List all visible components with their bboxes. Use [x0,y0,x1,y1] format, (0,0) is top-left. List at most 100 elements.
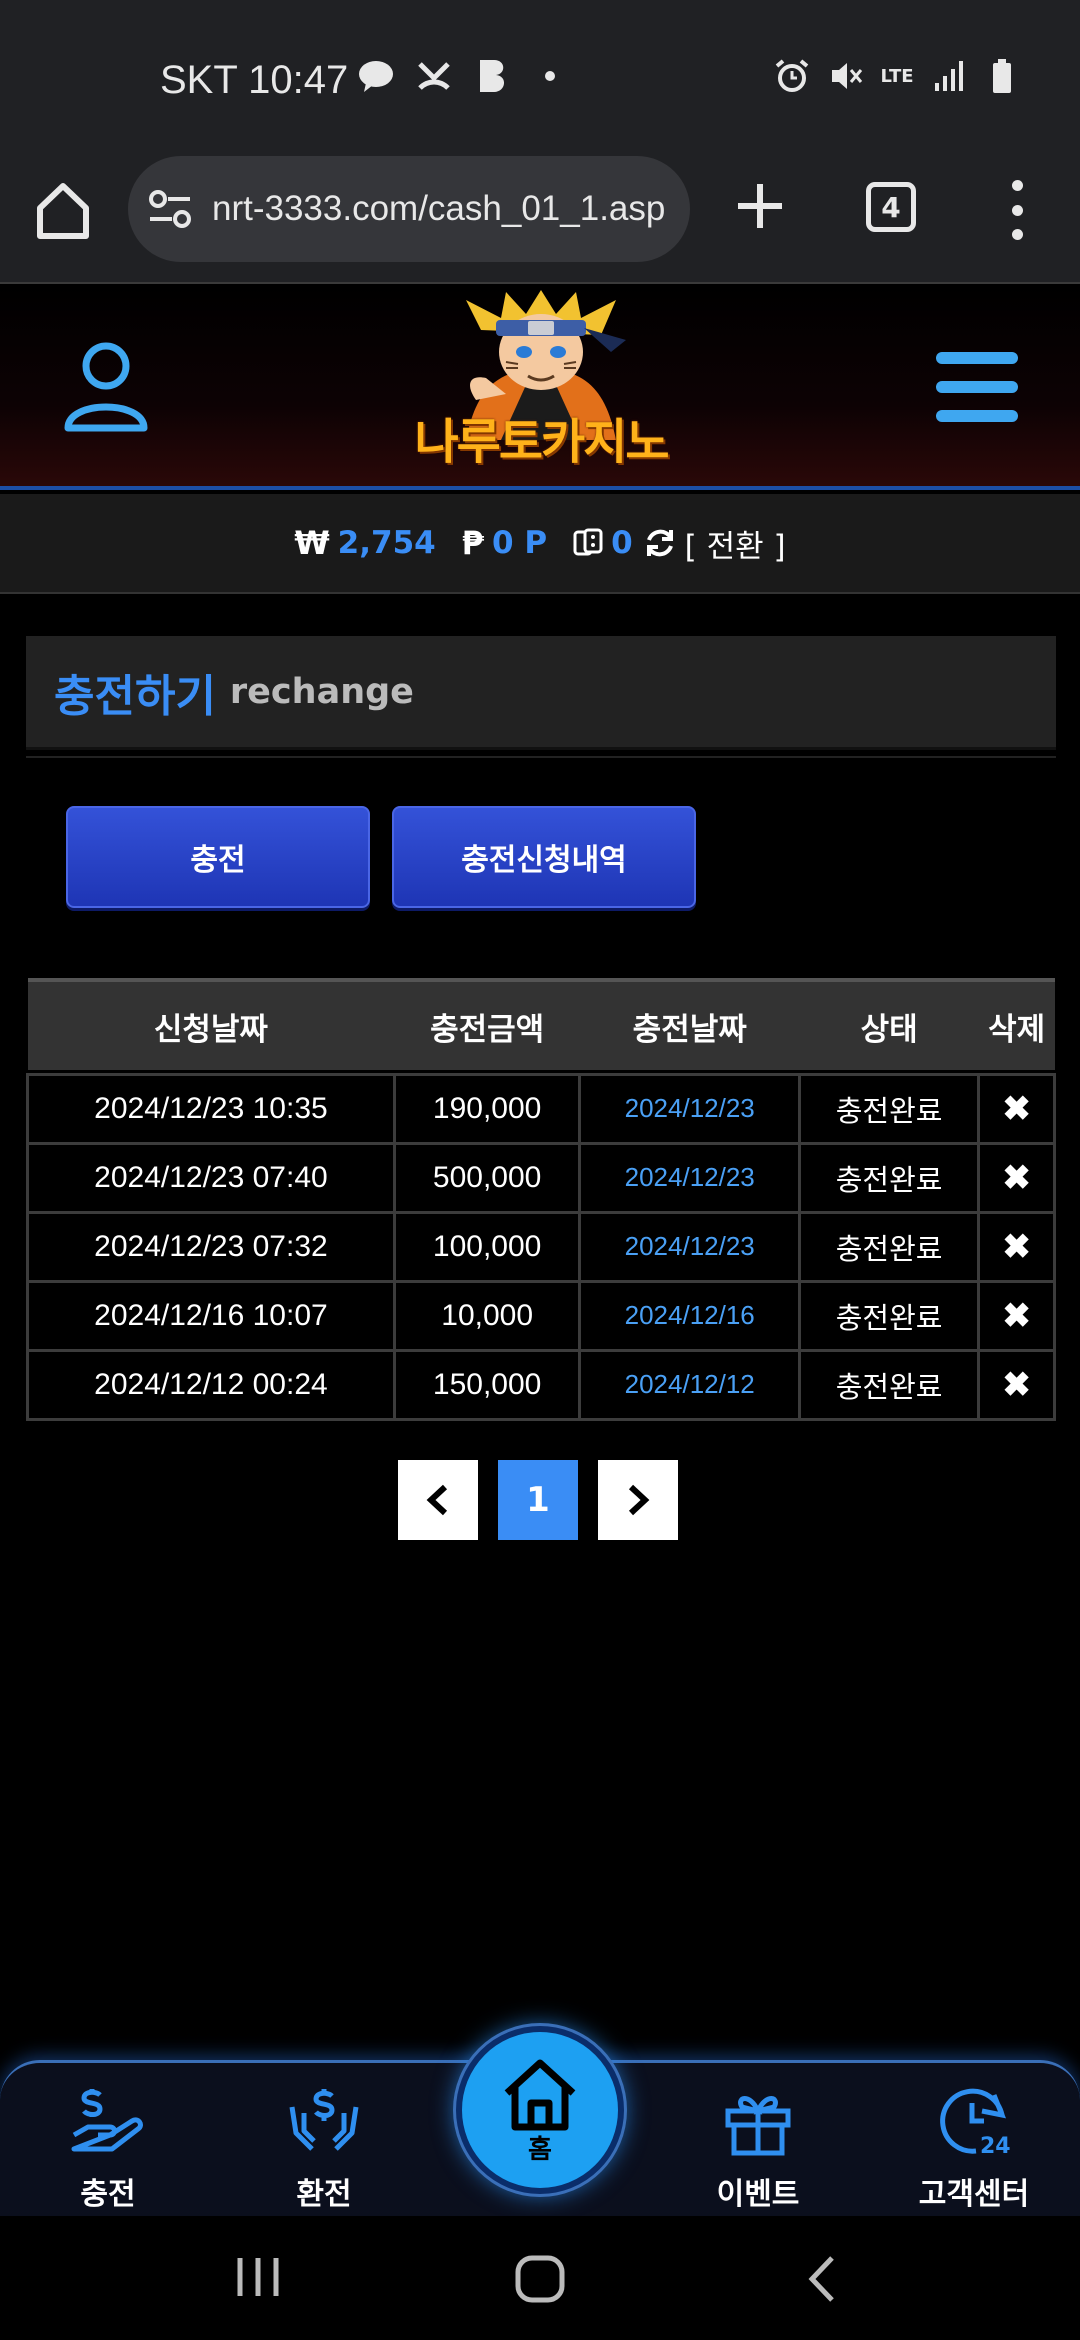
user-account-button[interactable] [60,338,152,434]
nav-charge[interactable]: 충전 [38,2083,178,2213]
site-logo[interactable]: 나루토카지노 [406,290,676,480]
amount-cell: 100,000 [392,1210,582,1283]
request-date-cell: 2024/12/23 07:32 [26,1210,396,1283]
nav-home-label: 홈 [528,2134,552,2165]
status-cell: 충전완료 [797,1279,981,1352]
page-title-english: rechange [229,671,414,712]
table-row: 2024/12/23 07:40 500,000 2024/12/23 충전완료… [26,1141,1056,1214]
status-cell: 충전완료 [797,1141,981,1214]
nav-exchange-label: 환전 [296,2177,352,2212]
menu-bar-icon [936,410,1018,422]
charge-date-cell: 2024/12/23 [578,1141,801,1214]
pagination: 1 [398,1460,678,1540]
signal-icon [930,58,966,94]
table-row: 2024/12/12 00:24 150,000 2024/12/12 충전완료… [26,1348,1056,1421]
request-date-cell: 2024/12/16 10:07 [26,1279,396,1352]
table-header-row: 신청날짜 충전금액 충전날짜 상태 삭제 [27,978,1055,1070]
chevron-left-icon [426,1484,448,1516]
nav-charge-label: 충전 [80,2177,136,2212]
support-24-icon: 24 [940,2088,1011,2159]
request-date-cell: 2024/12/23 10:35 [26,1072,396,1145]
plus-icon [738,184,782,228]
nav-support[interactable]: 24 고객센터 [904,2083,1044,2213]
charge-history-button[interactable]: 충전신청내역 [392,806,696,908]
home-icon [504,2059,576,2130]
point-icon: ₱ [461,524,484,562]
status-cell: 충전완료 [797,1072,981,1145]
page-1-button[interactable]: 1 [498,1460,578,1540]
logo-text: 나루토카지노 [414,414,670,470]
hamburger-menu-button[interactable] [936,352,1018,422]
charge-date-cell: 2024/12/23 [578,1210,801,1283]
request-date-cell: 2024/12/23 07:40 [26,1141,396,1214]
gift-icon [725,2096,791,2156]
delete-icon[interactable]: ✖ [977,1279,1056,1352]
b-app-icon [474,58,510,94]
recent-apps-icon[interactable] [232,2254,284,2300]
system-home-icon[interactable] [514,2254,566,2304]
withdraw-hands-icon [289,2089,359,2151]
delete-icon[interactable]: ✖ [977,1141,1056,1214]
nav-support-label: 고객센터 [918,2177,1030,2212]
browser-home-button[interactable] [30,178,96,244]
alarm-icon [774,58,810,94]
convert-toggle[interactable]: [ 전환 ] [685,521,786,566]
mute-icon [828,58,864,94]
user-icon [64,342,148,432]
table-row: 2024/12/16 10:07 10,000 2024/12/16 충전완료 … [26,1279,1056,1352]
table-row: 2024/12/23 07:32 100,000 2024/12/23 충전완료… [26,1210,1056,1283]
menu-dot-icon [1011,180,1023,191]
header-amount: 충전금액 [394,978,580,1070]
menu-bar-icon [936,381,1018,393]
system-navigation-bar [0,2216,1080,2340]
menu-bar-icon [936,352,1018,364]
prev-page-button[interactable] [398,1460,478,1540]
tab-count: 4 [881,190,901,224]
status-bar: SKT 10:47 LTE [0,0,1080,150]
nav-home-button[interactable]: 홈 [456,2026,624,2194]
divider [26,756,1056,758]
deposit-icon [71,2089,143,2152]
address-bar[interactable]: nrt-3333.com/cash_01_1.asp [128,156,690,262]
status-cell: 충전완료 [797,1210,981,1283]
page-title: 충전하기 rechange [26,636,1056,750]
nav-exchange[interactable]: 환전 [254,2083,394,2213]
talk-icon [358,58,394,94]
amount-cell: 500,000 [392,1141,582,1214]
delete-icon[interactable]: ✖ [977,1210,1056,1283]
status-cell: 충전완료 [797,1348,981,1421]
next-page-button[interactable] [598,1460,678,1540]
tab-switcher-button[interactable]: 4 [866,182,916,232]
new-tab-button[interactable] [732,178,788,234]
url-text[interactable]: nrt-3333.com/cash_01_1.asp [212,189,665,229]
charge-history-table: 신청날짜 충전금액 충전날짜 상태 삭제 2024/12/23 10:35 19… [26,978,1056,1421]
more-options-button[interactable] [1004,180,1030,240]
delete-icon[interactable]: ✖ [977,1348,1056,1421]
lte-icon: LTE [880,58,914,94]
network-label: LTE [880,65,914,87]
refresh-icon[interactable] [643,526,677,560]
header-charge-date: 충전날짜 [579,978,800,1070]
amount-cell: 10,000 [392,1279,582,1352]
missed-call-icon [416,58,452,94]
charge-button[interactable]: 충전 [66,806,370,908]
nav-event[interactable]: 이벤트 [688,2083,828,2213]
header-status: 상태 [799,978,979,1070]
page-title-korean: 충전하기 [54,670,216,722]
nav-event-label: 이벤트 [716,2177,800,2212]
won-balance: 2,754 [337,525,436,561]
home-outline-icon [37,183,89,239]
back-icon[interactable] [804,2254,840,2304]
browser-toolbar: nrt-3333.com/cash_01_1.asp 4 [0,150,1080,284]
menu-dot-icon [1011,229,1023,240]
carrier-time: SKT 10:47 [160,58,349,102]
chip-balance: 0 [611,525,633,561]
table-row: 2024/12/23 10:35 190,000 2024/12/23 충전완료… [26,1072,1056,1145]
request-date-cell: 2024/12/12 00:24 [26,1348,396,1421]
charge-date-cell: 2024/12/23 [578,1072,801,1145]
amount-cell: 150,000 [392,1348,582,1421]
battery-icon [984,58,1020,94]
delete-icon[interactable]: ✖ [977,1072,1056,1145]
site-settings-icon[interactable] [146,185,194,233]
chevron-right-icon [628,1484,650,1516]
